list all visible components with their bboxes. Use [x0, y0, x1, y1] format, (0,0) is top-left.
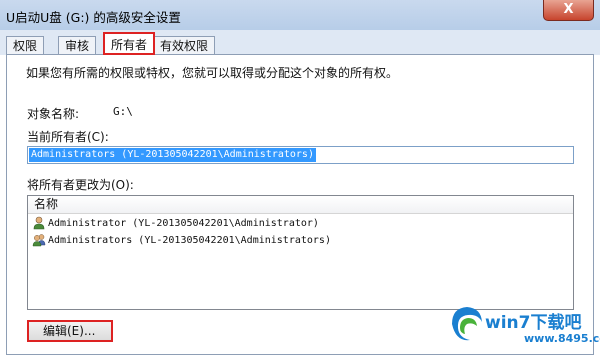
current-owner-field[interactable]: Administrators (YL-201305042201\Administ…	[27, 146, 574, 164]
change-owner-label: 将所有者更改为(O):	[27, 178, 134, 192]
watermark-url: www.8495.com	[524, 332, 600, 345]
watermark-brand: win7下载吧	[485, 313, 582, 333]
object-name-label: 对象名称:	[27, 107, 80, 121]
tab-auditing[interactable]: 审核	[58, 36, 97, 54]
close-button[interactable]: X	[543, 0, 594, 21]
tab-owner[interactable]: 所有者	[103, 32, 156, 55]
watermark: win7下载吧 www.8495.com	[440, 300, 600, 355]
object-name-value: G:\	[113, 105, 133, 118]
current-owner-value: Administrators (YL-201305042201\Administ…	[29, 148, 316, 162]
current-owner-label: 当前所有者(C):	[27, 130, 109, 144]
win7-logo-icon	[452, 307, 482, 341]
edit-button[interactable]: 编辑(E)...	[27, 320, 113, 342]
user-icon	[33, 216, 45, 230]
owner-candidates-list[interactable]: 名称 Administrator (YL-201305042201\Admini…	[27, 195, 574, 310]
list-item-text: Administrator (YL-201305042201\Administr…	[48, 218, 319, 229]
intro-text: 如果您有所需的权限或特权，您就可以取得或分配这个对象的所有权。	[26, 66, 399, 80]
window-title: U启动U盘 (G:) 的高级安全设置	[6, 10, 181, 25]
list-item-text: Administrators (YL-201305042201\Administ…	[48, 235, 331, 246]
tab-permissions[interactable]: 权限	[6, 36, 45, 54]
title-bar: U启动U盘 (G:) 的高级安全设置 X	[0, 0, 600, 30]
list-header-name[interactable]: 名称	[28, 196, 573, 214]
list-item[interactable]: Administrators (YL-201305042201\Administ…	[32, 233, 331, 249]
group-icon	[32, 234, 46, 247]
list-item[interactable]: Administrator (YL-201305042201\Administr…	[32, 216, 319, 232]
tab-effective-permissions[interactable]: 有效权限	[153, 36, 216, 54]
